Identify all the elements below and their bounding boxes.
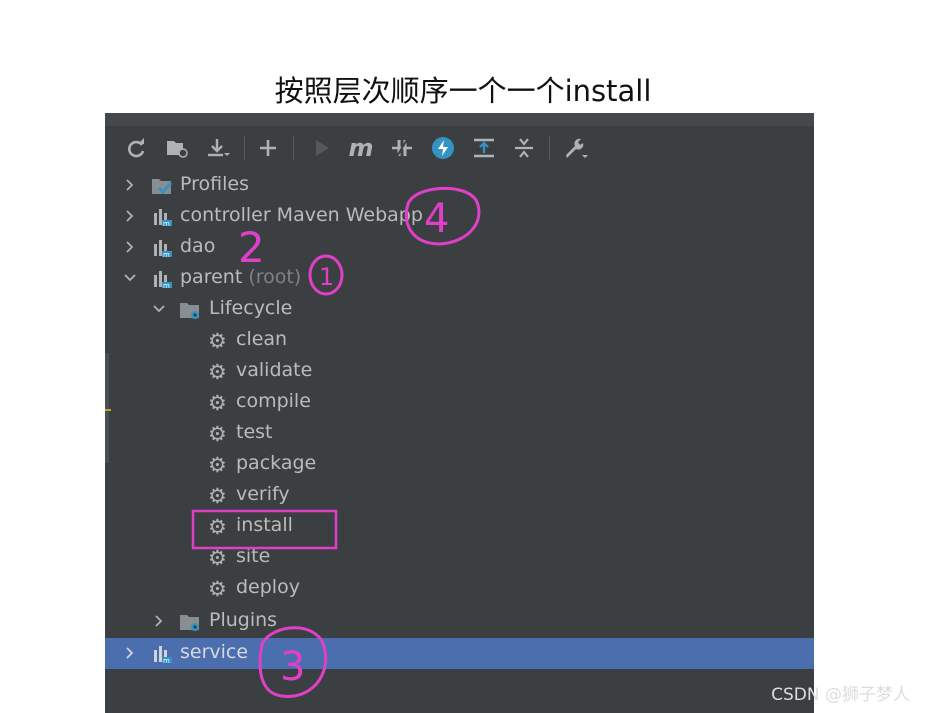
maven-module-icon: m (154, 209, 172, 228)
tree-item-label: Plugins (209, 609, 278, 631)
chevron-right-icon[interactable] (122, 208, 138, 224)
run-icon[interactable] (308, 134, 336, 162)
goal-label: install (236, 514, 293, 536)
plugins-folder-icon (180, 615, 199, 631)
maven-toolbar: m (105, 126, 814, 170)
goal-label: compile (236, 390, 311, 412)
gear-icon: ⚙ (208, 422, 227, 446)
skip-tests-icon[interactable] (429, 134, 457, 162)
chevron-right-icon[interactable] (122, 239, 138, 255)
tree-item-dao[interactable]: m dao (105, 232, 814, 263)
goal-compile[interactable]: ⚙ compile (105, 387, 814, 418)
chevron-right-icon[interactable] (122, 177, 138, 193)
gear-icon: ⚙ (208, 453, 227, 477)
gear-icon: ⚙ (208, 391, 227, 415)
tree-item-label: Lifecycle (209, 297, 293, 319)
panel-header-strip (105, 113, 814, 126)
goal-label: site (236, 545, 271, 567)
maven-tool-window: m Profiles m controller Maven Webapp m d… (105, 113, 814, 713)
reimport-icon[interactable] (122, 134, 150, 162)
goal-label: validate (236, 359, 313, 381)
show-dependencies-icon[interactable] (470, 134, 498, 162)
execute-goal-icon[interactable]: m (347, 134, 375, 162)
chevron-right-icon[interactable] (122, 645, 138, 661)
gear-icon: ⚙ (208, 360, 227, 384)
goal-site[interactable]: ⚙ site (105, 542, 814, 573)
download-icon[interactable] (204, 134, 232, 162)
chevron-right-icon[interactable] (151, 613, 167, 629)
goal-install[interactable]: ⚙ install (105, 511, 814, 542)
gear-icon: ⚙ (208, 546, 227, 570)
chevron-down-icon[interactable] (122, 270, 138, 286)
tree-item-label: Profiles (180, 173, 249, 195)
svg-text:m: m (163, 220, 170, 228)
maven-module-icon: m (154, 646, 172, 665)
tree-item-parent[interactable]: m parent (root) (105, 263, 814, 294)
svg-text:m: m (163, 251, 170, 259)
tree-item-service[interactable]: m service (105, 638, 814, 669)
goal-label: verify (236, 483, 290, 505)
tree-item-plugins[interactable]: Plugins (105, 606, 814, 637)
gear-icon: ⚙ (208, 484, 227, 508)
goal-label: deploy (236, 576, 300, 598)
goal-deploy[interactable]: ⚙ deploy (105, 573, 814, 604)
svg-text:m: m (163, 282, 170, 290)
goal-label: test (236, 421, 273, 443)
add-icon[interactable] (254, 134, 282, 162)
goal-verify[interactable]: ⚙ verify (105, 480, 814, 511)
gear-icon: ⚙ (208, 515, 227, 539)
tree-item-profiles[interactable]: Profiles (105, 170, 814, 201)
root-suffix: (root) (248, 266, 302, 288)
watermark: CSDN @狮子梦人 (771, 685, 910, 705)
chevron-down-icon[interactable] (151, 301, 167, 317)
maven-module-icon: m (154, 271, 172, 290)
tree-item-label: dao (180, 235, 216, 257)
goal-package[interactable]: ⚙ package (105, 449, 814, 480)
lifecycle-folder-icon (180, 303, 199, 319)
profiles-folder-icon (152, 179, 173, 195)
gear-icon: ⚙ (208, 329, 227, 353)
maven-module-icon: m (154, 240, 172, 259)
gear-icon: ⚙ (208, 577, 227, 601)
tree-item-controller[interactable]: m controller Maven Webapp (105, 201, 814, 232)
generate-sources-icon[interactable] (163, 134, 191, 162)
goal-label: package (236, 452, 317, 474)
toggle-offline-icon[interactable] (388, 134, 416, 162)
tree-item-label: controller Maven Webapp (180, 204, 423, 226)
page-caption: 按照层次顺序一个一个install (274, 74, 652, 108)
goal-clean[interactable]: ⚙ clean (105, 325, 814, 356)
tree-item-lifecycle[interactable]: Lifecycle (105, 294, 814, 325)
goal-test[interactable]: ⚙ test (105, 418, 814, 449)
collapse-all-icon[interactable] (510, 134, 538, 162)
svg-text:m: m (163, 657, 170, 665)
goal-validate[interactable]: ⚙ validate (105, 356, 814, 387)
tree-item-label: parent (180, 266, 243, 288)
settings-wrench-icon[interactable] (561, 134, 589, 162)
goal-label: clean (236, 328, 288, 350)
tree-item-label: service (180, 641, 249, 663)
